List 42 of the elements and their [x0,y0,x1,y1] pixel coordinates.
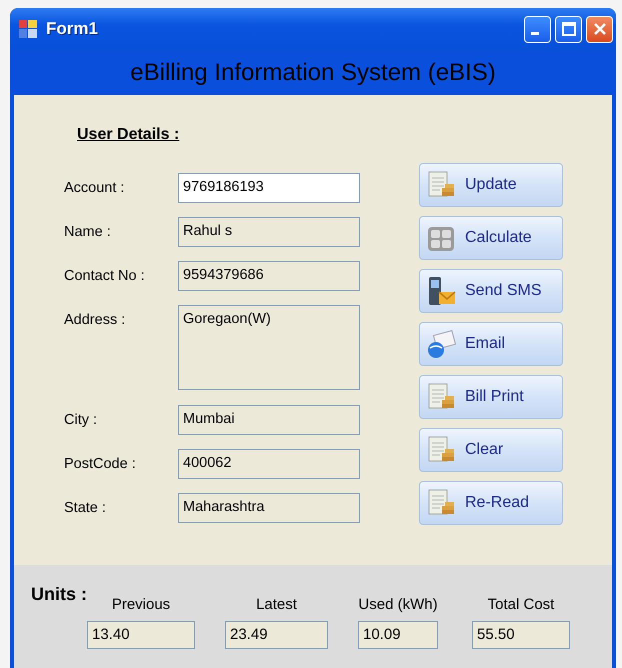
value-field[interactable]: 55.50 [472,620,570,648]
minimize-button[interactable] [524,16,551,42]
close-button[interactable] [586,16,613,42]
column-label: Latest [256,595,297,615]
field-label: PostCode : [64,455,136,474]
maximize-icon [560,21,576,37]
field-label: Contact No : [64,267,145,286]
toolbar-button[interactable]: Send SMS [419,269,563,313]
input-field[interactable]: 400062 [178,449,360,479]
app-heading: eBilling Information System (eBIS) [130,58,496,88]
toolbar-button[interactable]: Re-Read [419,481,563,525]
field-label: Account : [64,179,124,198]
toolbar-button[interactable]: Calculate [419,216,563,260]
toolbar-button[interactable]: Bill Print [419,375,563,419]
email-icon [426,329,456,359]
toolbar-button[interactable]: Update [419,163,563,207]
text-area[interactable]: Goregaon(W) [178,305,360,390]
value-field[interactable]: 23.49 [225,620,328,648]
input-field[interactable]: Maharashtra [178,493,360,523]
units-title: Units : [31,583,87,606]
window-title: Form1 [46,18,98,40]
field-label: City : [64,411,98,430]
toolbar-button[interactable]: Clear [419,428,563,472]
input-field[interactable]: 9594379686 [178,261,360,291]
section-title: User Details : [77,125,180,145]
column-label: Used (kWh) [358,595,438,615]
column-label: Total Cost [488,595,554,615]
phone-mail-icon [426,276,456,306]
input-field[interactable]: Rahul s [178,217,360,247]
field-label: Address : [64,311,126,330]
minimize-icon [531,32,539,34]
input-field[interactable]: Mumbai [178,405,360,435]
app-icon [18,19,38,39]
value-field[interactable]: 13.40 [87,620,195,648]
field-label: Name : [64,223,111,242]
input-field[interactable]: 9769186193 [178,173,360,203]
maximize-button[interactable] [555,16,582,42]
close-icon [592,21,608,37]
toolbar-button[interactable]: Email [419,322,563,366]
field-label: State : [64,499,106,518]
column-label: Previous [112,595,170,615]
value-field[interactable]: 10.09 [358,620,438,648]
